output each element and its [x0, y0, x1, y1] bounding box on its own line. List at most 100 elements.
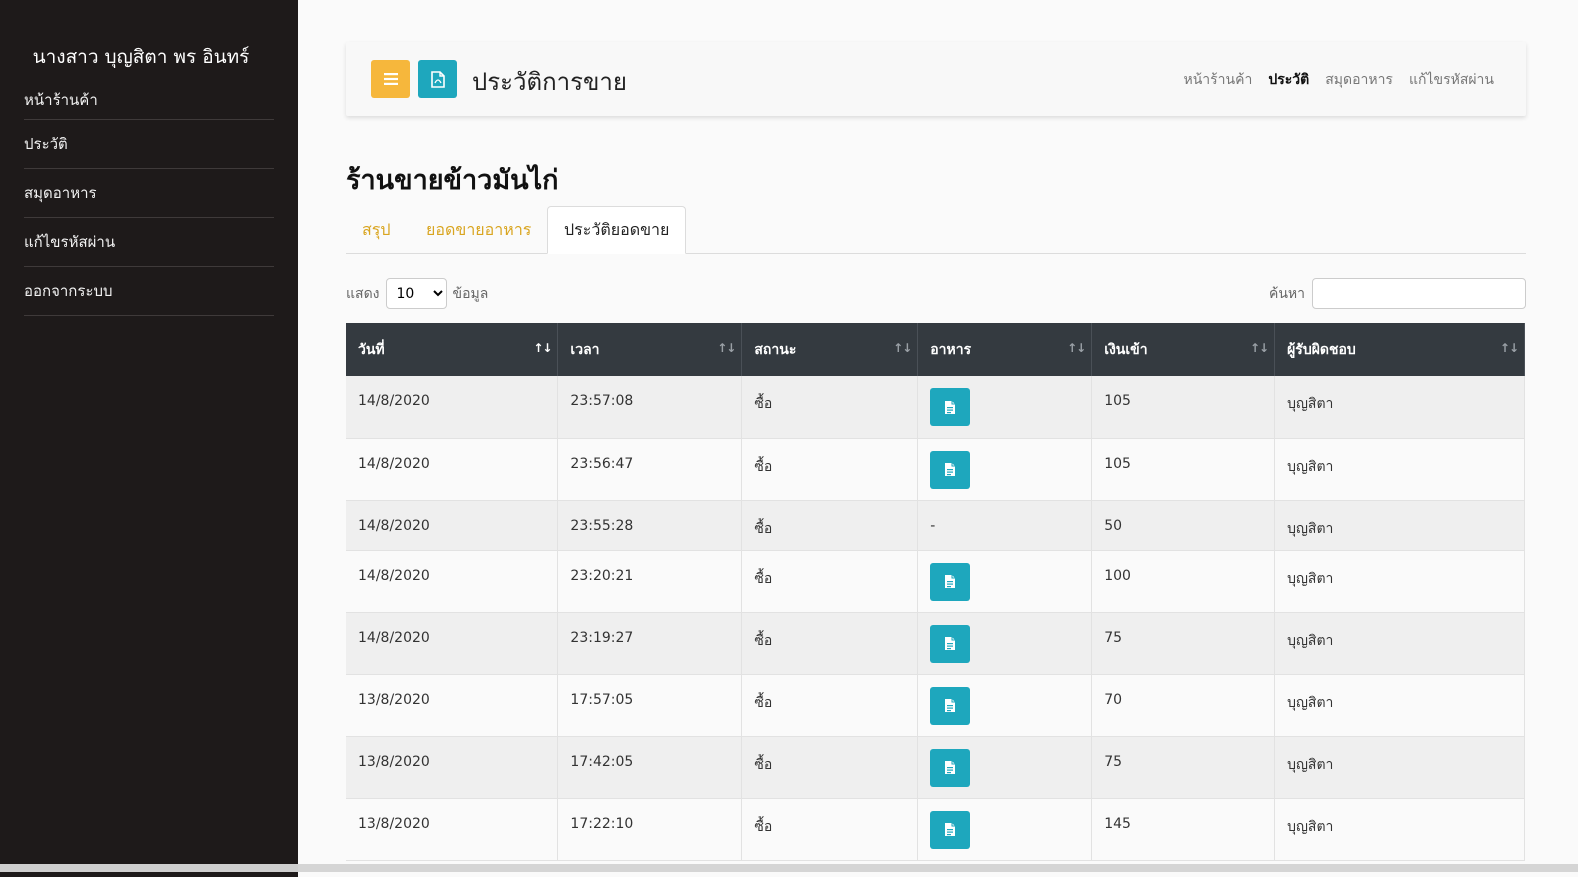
- sort-icon: ↑↓: [1499, 341, 1519, 355]
- cell-status: ซื้อ: [741, 736, 919, 798]
- col-header-label: วันที่: [358, 341, 385, 358]
- document-icon: [945, 637, 956, 650]
- search-label: ค้นหา: [1268, 285, 1305, 302]
- col-header-date[interactable]: วันที่ ↑↓: [346, 323, 559, 376]
- scrollbar-track-left: [0, 864, 298, 872]
- page-size-select[interactable]: 10: [385, 278, 447, 309]
- cell-date: 14/8/2020: [346, 376, 559, 438]
- cell-date: 14/8/2020: [346, 500, 559, 550]
- cell-food: [917, 736, 1093, 798]
- food-detail-button[interactable]: [930, 450, 971, 489]
- food-detail-button[interactable]: [930, 562, 971, 601]
- cell-status: ซื้อ: [741, 438, 919, 500]
- cell-amount: 105: [1091, 438, 1276, 500]
- show-label: แสดง: [346, 285, 380, 302]
- table-row: 14/8/2020 23:57:08 ซื้อ 105 บุญสิตา: [346, 376, 1525, 438]
- document-icon: [945, 761, 956, 774]
- cell-time: 23:20:21: [557, 550, 743, 612]
- cell-time: 23:19:27: [557, 612, 743, 674]
- document-icon: [945, 400, 956, 414]
- tab-sales-history[interactable]: ประวัติยอดขาย: [547, 206, 687, 254]
- menu-toggle-button[interactable]: [371, 60, 410, 98]
- search-control: ค้นหา: [1269, 278, 1526, 309]
- col-header-time[interactable]: เวลา ↑↓: [557, 323, 743, 376]
- top-nav-history[interactable]: ประวัติ: [1268, 69, 1309, 91]
- table-row: 14/8/2020 23:55:28 ซื้อ -50 บุญสิตา: [346, 500, 1525, 550]
- entries-label: ข้อมูล: [452, 285, 489, 302]
- sidebar-item-change-password[interactable]: แก้ไขรหัสผ่าน: [24, 218, 274, 267]
- food-detail-button[interactable]: [930, 810, 971, 849]
- table-row: 13/8/2020 17:57:05 ซื้อ 70 บุญสิตา: [346, 674, 1525, 736]
- cell-amount: 100: [1091, 550, 1276, 612]
- tab-food-sales[interactable]: ยอดขายอาหาร: [426, 206, 531, 254]
- col-header-label: เงินเข้า: [1104, 341, 1148, 358]
- sidebar-item-history[interactable]: ประวัติ: [24, 120, 274, 169]
- sidebar-item-food-book[interactable]: สมุดอาหาร: [24, 169, 274, 218]
- horizontal-scrollbar[interactable]: [298, 864, 1578, 872]
- cell-staff: บุญสิตา: [1274, 674, 1525, 736]
- table-row: 13/8/2020 17:42:05 ซื้อ 75 บุญสิตา: [346, 736, 1525, 798]
- table-row: 14/8/2020 23:20:21 ซื้อ 100 บุญสิตา: [346, 550, 1525, 612]
- cell-status: ซื้อ: [741, 550, 919, 612]
- sort-icon: ↑↓: [533, 341, 552, 355]
- food-detail-button[interactable]: [930, 686, 971, 725]
- col-header-amount[interactable]: เงินเข้า ↑↓: [1091, 323, 1276, 376]
- food-detail-button[interactable]: [930, 388, 971, 426]
- cell-staff: บุญสิตา: [1274, 736, 1525, 798]
- table-body: 14/8/2020 23:57:08 ซื้อ 105 บุญสิตา 14/8/2020…: [346, 376, 1525, 860]
- cell-staff: บุญสิตา: [1274, 376, 1525, 438]
- user-name: นางสาว บุญสิตา พร อินทร์: [32, 46, 250, 68]
- search-input[interactable]: [1312, 278, 1526, 309]
- cell-amount: 145: [1091, 798, 1276, 860]
- document-icon: [945, 575, 956, 588]
- cell-time: 23:57:08: [557, 376, 743, 438]
- page-length-control: แสดง 10 ข้อมูล: [346, 278, 488, 309]
- col-header-label: สถานะ: [754, 341, 797, 358]
- cell-date: 14/8/2020: [346, 550, 559, 612]
- top-nav-change-password[interactable]: แก้ไขรหัสผ่าน: [1409, 69, 1494, 91]
- cell-date: 13/8/2020: [346, 674, 559, 736]
- cell-amount: 50: [1091, 500, 1276, 550]
- col-header-staff[interactable]: ผู้รับผิดชอบ ↑↓: [1274, 323, 1525, 376]
- cell-date: 14/8/2020: [346, 438, 559, 500]
- col-header-label: อาหาร: [930, 341, 972, 358]
- sidebar-item-store[interactable]: หน้าร้านค้า: [24, 82, 274, 120]
- cell-staff: บุญสิตา: [1274, 550, 1525, 612]
- document-icon: [945, 699, 956, 712]
- sidebar-nav: หน้าร้านค้า ประวัติ สมุดอาหาร แก้ไขรหัสผ…: [24, 82, 274, 316]
- cell-time: 17:57:05: [557, 674, 743, 736]
- cell-food: [917, 550, 1093, 612]
- col-header-food[interactable]: อาหาร ↑↓: [917, 323, 1093, 376]
- food-detail-button[interactable]: [930, 748, 971, 787]
- cell-date: 13/8/2020: [346, 798, 559, 860]
- top-nav-store[interactable]: หน้าร้านค้า: [1183, 69, 1252, 91]
- hamburger-icon: [383, 73, 398, 85]
- document-icon: [945, 463, 956, 476]
- sort-icon: ↑↓: [893, 341, 912, 355]
- top-nav-food-book[interactable]: สมุดอาหาร: [1325, 69, 1393, 91]
- cell-time: 23:56:47: [557, 438, 743, 500]
- export-pdf-button[interactable]: [418, 60, 457, 98]
- cell-staff: บุญสิตา: [1274, 500, 1525, 550]
- food-detail-button[interactable]: [930, 624, 971, 663]
- table-row: 13/8/2020 17:22:10 ซื้อ 145 บุญสิตา: [346, 798, 1525, 860]
- cell-status: ซื้อ: [741, 674, 919, 736]
- cell-status: ซื้อ: [741, 798, 919, 860]
- tab-bar: สรุป ยอดขายอาหาร ประวัติยอดขาย: [346, 206, 1526, 254]
- cell-staff: บุญสิตา: [1274, 438, 1525, 500]
- sort-icon: ↑↓: [1067, 341, 1086, 355]
- cell-food: -: [917, 500, 1093, 550]
- cell-date: 13/8/2020: [346, 736, 559, 798]
- cell-staff: บุญสิตา: [1274, 798, 1525, 860]
- cell-food: [917, 612, 1093, 674]
- top-bar: ประวัติการขาย หน้าร้านค้า ประวัติ สมุดอา…: [346, 42, 1526, 116]
- table-row: 14/8/2020 23:19:27 ซื้อ 75 บุญสิตา: [346, 612, 1525, 674]
- table-row: 14/8/2020 23:56:47 ซื้อ 105 บุญสิตา: [346, 438, 1525, 500]
- cell-food: [917, 674, 1093, 736]
- top-nav: หน้าร้านค้า ประวัติ สมุดอาหาร แก้ไขรหัสผ…: [1183, 69, 1494, 91]
- sidebar-item-logout[interactable]: ออกจากระบบ: [24, 267, 274, 316]
- cell-status: ซื้อ: [741, 500, 919, 550]
- tab-summary[interactable]: สรุป: [362, 206, 391, 254]
- col-header-status[interactable]: สถานะ ↑↓: [741, 323, 919, 376]
- sidebar: นางสาว บุญสิตา พร อินทร์ หน้าร้านค้า ประ…: [0, 0, 298, 877]
